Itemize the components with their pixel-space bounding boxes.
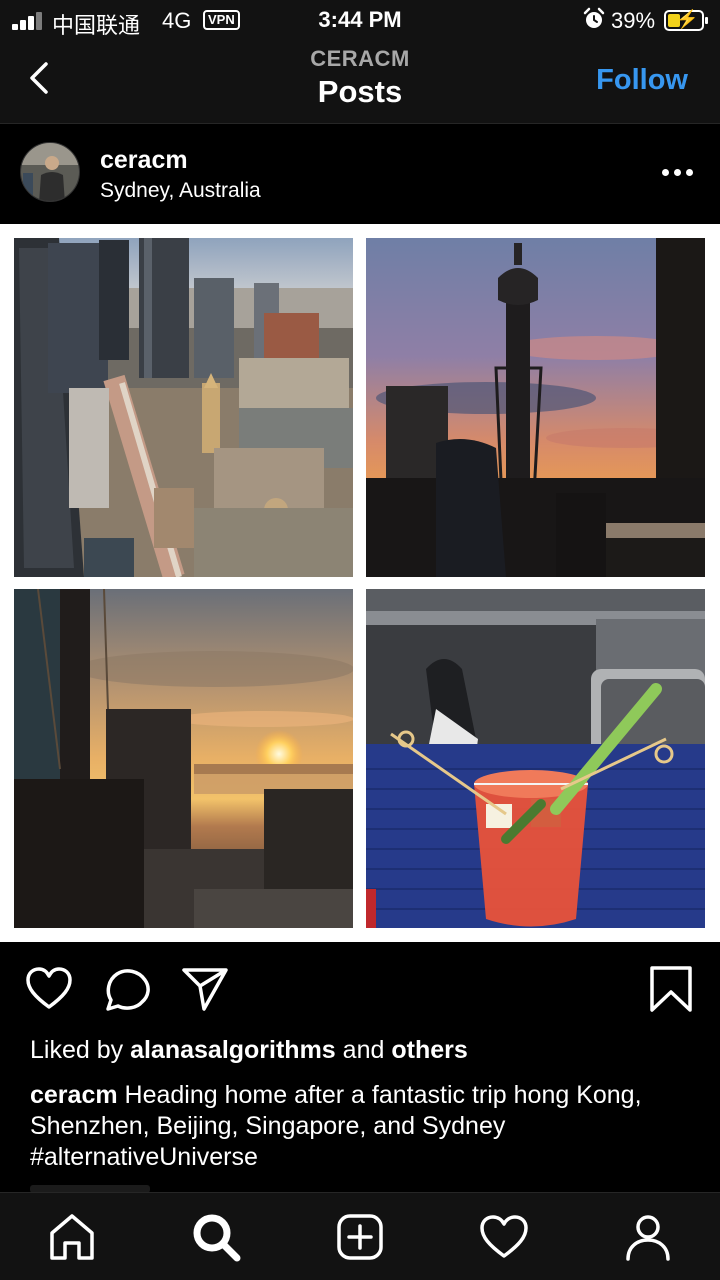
likes-user[interactable]: alanasalgorithms	[130, 1036, 336, 1064]
share-icon[interactable]	[180, 964, 230, 1014]
activity-icon[interactable]	[478, 1211, 530, 1263]
post-location[interactable]: Sydney, Australia	[100, 179, 261, 203]
posts-header: CERACM Posts Follow	[0, 40, 720, 124]
likes-prefix: Liked by	[30, 1036, 124, 1064]
likes-summary[interactable]: Liked by alanasalgorithms and others	[30, 1036, 468, 1065]
tower-sunset-photo	[366, 238, 705, 577]
caption-username[interactable]: ceracm	[30, 1081, 118, 1109]
bottom-nav	[0, 1192, 720, 1280]
search-icon[interactable]	[190, 1211, 242, 1263]
aerial-city-photo	[14, 238, 353, 577]
post-actions	[0, 942, 720, 1037]
comment-icon[interactable]	[102, 964, 152, 1014]
caption-hashtag[interactable]: #alternativeUniverse	[30, 1143, 258, 1171]
post-header: ceracm Sydney, Australia	[0, 124, 720, 224]
battery-percent: 39%	[611, 8, 656, 33]
harbour-sunset-photo	[14, 589, 353, 928]
post-caption: ceracm Heading home after a fantastic tr…	[30, 1080, 690, 1173]
caption-text: Heading home after a fantastic trip hong…	[30, 1081, 642, 1140]
home-icon[interactable]	[46, 1211, 98, 1263]
status-bar: 中国联通 4G VPN 3:44 PM 39% ⚡	[0, 0, 720, 40]
follow-button[interactable]: Follow	[596, 64, 688, 97]
profile-icon[interactable]	[622, 1211, 674, 1263]
likes-and: and	[342, 1036, 385, 1064]
more-options-icon[interactable]	[662, 160, 694, 184]
post-image[interactable]	[0, 224, 720, 942]
new-post-icon[interactable]	[334, 1211, 386, 1263]
avatar[interactable]	[20, 142, 80, 202]
battery-charging-icon: ⚡	[664, 9, 708, 31]
post-username[interactable]: ceracm	[100, 146, 188, 175]
likes-others[interactable]: others	[391, 1036, 467, 1064]
heart-icon[interactable]	[24, 964, 74, 1014]
bookmark-icon[interactable]	[646, 964, 696, 1014]
drink-photo	[366, 589, 705, 928]
alarm-icon	[583, 7, 605, 28]
